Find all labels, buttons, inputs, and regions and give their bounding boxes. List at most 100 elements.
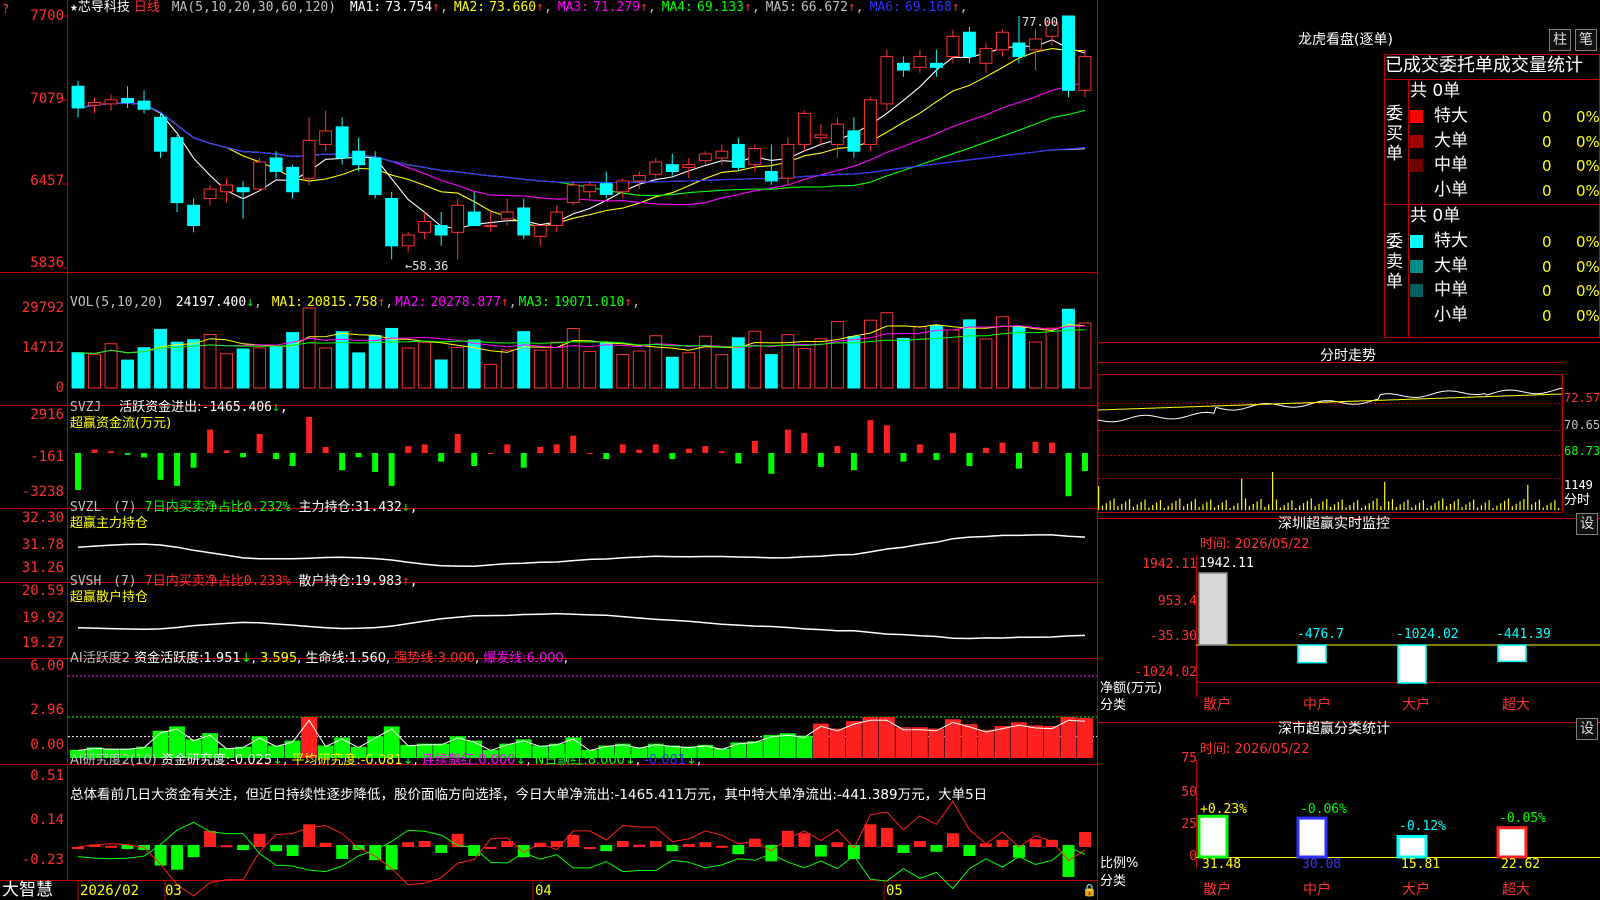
volume-bar-37: [682, 352, 696, 389]
intraday-tick-1: 70.65: [1564, 418, 1600, 432]
intraday-vol-bar-234: [1550, 502, 1552, 510]
sz-monitor-settings-button[interactable]: 设: [1576, 513, 1598, 535]
candle-body-43: [781, 143, 795, 179]
sz-stats-bar-2: [1396, 835, 1428, 859]
activity-bar-55: [978, 729, 994, 758]
svzj-bar-51: [916, 444, 923, 453]
intraday-vol-bar-236: [1554, 500, 1556, 510]
sz-stats-cat-2: 大户: [1402, 882, 1430, 898]
sz-monitor-tick-1: 953.4: [1157, 594, 1197, 609]
ai-research-header: AI研究度2(10) 资金研究度:-0.025↓, 平均研究度:-0.081↓,…: [70, 753, 702, 768]
sell-row-3-name: 小单: [1434, 304, 1468, 325]
pen-mode-button[interactable]: 笔: [1575, 29, 1597, 51]
svzl-tick-0: 32.30: [21, 510, 64, 526]
sell-row-2: 中单 0 0%: [1410, 280, 1600, 302]
buy-row-1-swatch: [1410, 134, 1423, 148]
buy-row-2: 中单 0 0%: [1410, 155, 1600, 177]
intraday-vol-bar-92: [1275, 499, 1278, 510]
intraday-vol-bar-172: [1430, 505, 1432, 510]
candle-body-57: [1012, 42, 1026, 58]
intraday-vol-bar-48: [1190, 501, 1192, 510]
vol-ma-2-value: 20278.877: [430, 295, 501, 310]
svzj-bar-52: [933, 453, 940, 460]
ai_research-tick-2: -0.23: [21, 852, 64, 868]
volume-bar-30: [566, 327, 580, 389]
intraday-vol-bar-124: [1337, 502, 1339, 510]
intraday-vol-bar-46: [1186, 503, 1189, 510]
candle-body-23: [451, 204, 465, 233]
candle-body-29: [550, 211, 564, 227]
intraday-vol-bar-228: [1538, 499, 1540, 510]
buy-row-0: 特大 0 0%: [1410, 106, 1600, 128]
svzj-bar-17: [355, 453, 362, 458]
favorite-star-icon[interactable]: ★: [70, 0, 78, 15]
sz-stats-tick-2: 25: [1181, 817, 1197, 832]
volume-bar-19: [385, 327, 399, 389]
svzj-bar-2: [108, 451, 114, 453]
research-bar-50: [897, 845, 910, 853]
research-bar-0: [72, 847, 84, 849]
svsh-tick-0: 20.59: [21, 583, 64, 599]
sz-monitor-date: 时间: 2026/05/22: [1200, 537, 1310, 552]
svzj-bar-46: [834, 446, 841, 453]
ma-values: MA1: 73.754↑, MA2: 73.660↑, MA3: 71.279↑, MA4:…: [349, 0, 968, 15]
brand-logo: 大智慧: [2, 880, 53, 900]
candle-body-18: [368, 157, 382, 195]
intraday-vol-bar-80: [1252, 503, 1254, 510]
vol-ma-2-arrow: ↑: [500, 295, 509, 310]
candle-body-42: [764, 170, 778, 182]
svzj-bar-7: [190, 453, 197, 468]
app-menu-icon[interactable]: ?: [2, 1, 9, 18]
candle-body-44: [797, 112, 811, 145]
activity-bar-51: [911, 727, 928, 758]
volume-bar-16: [335, 331, 349, 389]
candle-body-12: [269, 157, 283, 172]
activity-bar-41: [746, 741, 763, 758]
candle-body-41: [748, 147, 762, 166]
svzj-bar-18: [372, 453, 379, 473]
sz-monitor-value-1: -476.7: [1297, 627, 1344, 642]
intraday-vol-bar-24: [1144, 499, 1146, 510]
ma-line-6: [77, 102, 1086, 184]
intraday-vol-bar-164: [1415, 505, 1417, 510]
intraday-vol-bar-142: [1372, 500, 1374, 510]
ma-5-arrow: ↑: [847, 0, 856, 15]
candle-body-20: [401, 234, 415, 247]
vol-ma-3-label: MA3:: [518, 295, 550, 310]
candle-body-33: [616, 180, 630, 193]
sz-monitor-bar-1: [1297, 644, 1327, 664]
price-tick-0: 7700: [30, 8, 64, 24]
sz-stats-settings-button[interactable]: 设: [1576, 718, 1598, 740]
intraday-vol-bar-118: [1326, 499, 1328, 510]
volume-tick-1: 14712: [21, 340, 64, 356]
svzj-bar-43: [784, 429, 791, 453]
research-bar-8: [204, 830, 217, 847]
candle-body-58: [1029, 38, 1042, 51]
volume-bar-29: [550, 341, 564, 389]
buy-row-2-name: 中单: [1434, 155, 1468, 176]
activity-bar-45: [812, 723, 829, 758]
intraday-vol-bar-90: [1272, 472, 1274, 510]
svzj-bar-13: [289, 453, 296, 466]
bar-mode-button[interactable]: 柱: [1549, 29, 1571, 51]
intraday-vol-bar-208: [1500, 503, 1502, 510]
candle-body-1: [88, 102, 101, 106]
intraday-vol-bar-176: [1438, 500, 1440, 510]
intraday-vol-label: 分时: [1564, 493, 1591, 508]
candle-body-19: [385, 198, 399, 247]
intraday-vol-bar-168: [1422, 500, 1424, 510]
research-bar-35: [649, 841, 662, 847]
research-bar-41: [748, 838, 761, 847]
intraday-vol-bar-196: [1476, 507, 1479, 510]
volume-bar-12: [269, 345, 283, 389]
intraday-tick-0: 72.57: [1564, 391, 1600, 405]
research-bar-2: [105, 845, 117, 848]
intraday-vol-bar-214: [1511, 506, 1513, 510]
candle-body-52: [929, 62, 943, 68]
dragon-header: 已成交委托单成交量统计: [1385, 55, 1583, 76]
period-label[interactable]: 日线: [134, 0, 160, 15]
svzj-tick-1: -161: [30, 449, 64, 465]
buy-row-0-name: 特大: [1434, 106, 1468, 126]
lock-icon[interactable]: 🔒: [1082, 882, 1097, 898]
activity-bar-52: [928, 728, 945, 758]
